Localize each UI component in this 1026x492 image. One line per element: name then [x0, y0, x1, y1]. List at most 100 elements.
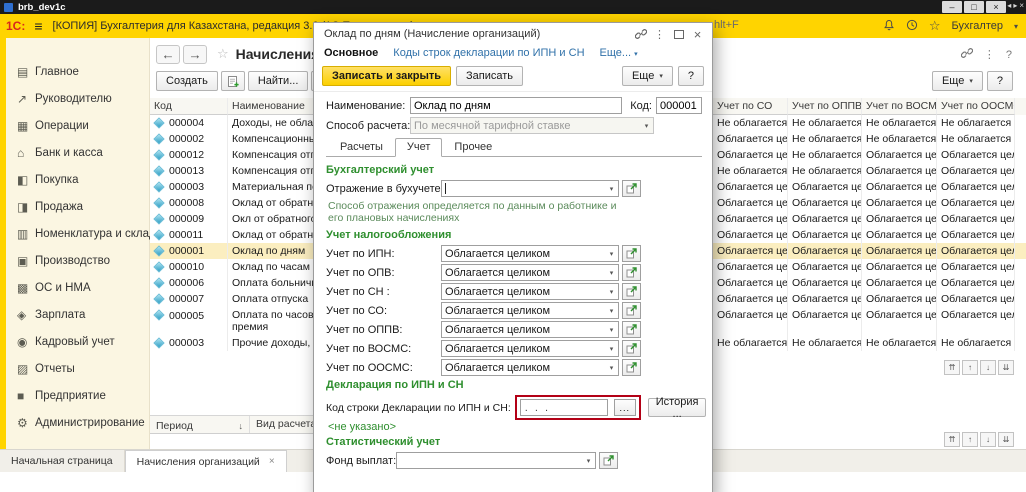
dialog-help-button[interactable]: ?	[678, 66, 704, 86]
sidebar-item-salary[interactable]: ◈Зарплата	[0, 301, 149, 328]
ucet-opv-open-button[interactable]	[622, 264, 641, 281]
dock-next-icon[interactable]: ▸	[1013, 1, 1017, 10]
ucet-opv-select[interactable]: Облагается целиком▾	[441, 264, 619, 281]
sidebar-item-enterprise[interactable]: ■Предприятие	[0, 382, 149, 409]
sidebar-item-production[interactable]: ▣Производство	[0, 247, 149, 274]
dialog-nav-current[interactable]: Основное	[324, 47, 378, 59]
favorites-star-icon[interactable]: ☆	[929, 18, 941, 34]
name-input[interactable]	[410, 97, 622, 114]
dock-prev-icon[interactable]: ◂	[1007, 1, 1011, 10]
sidebar-item-main[interactable]: ▤Главное	[0, 58, 149, 85]
copy-link-icon[interactable]	[961, 47, 973, 62]
declaration-code-field[interactable]: . . .	[520, 399, 608, 416]
search-shortcut-hint[interactable]: hlt+F	[714, 19, 739, 31]
close-button[interactable]: ×	[986, 1, 1006, 13]
column-header[interactable]: Учет по ОППВ	[788, 98, 862, 115]
dialog-tab-1[interactable]: Учет	[395, 138, 443, 157]
maximize-button[interactable]: □	[964, 1, 984, 13]
forward-button[interactable]: →	[183, 45, 207, 64]
dropdown-icon[interactable]: ▾	[605, 345, 618, 353]
scroll-down-button[interactable]: ↓	[980, 432, 996, 447]
dropdown-icon[interactable]: ▾	[605, 326, 618, 334]
dialog-nav-link-2[interactable]: Еще...▾	[600, 47, 638, 59]
dialog-nav-link-1[interactable]: Коды строк декларации по ИПН и СН	[393, 47, 584, 59]
ucet-oosms-open-button[interactable]	[622, 359, 641, 376]
kebab-menu-icon[interactable]: ⋮	[984, 48, 995, 61]
code-input[interactable]	[656, 97, 702, 114]
column-header-period[interactable]: Период ↓	[150, 416, 250, 433]
ucet-sn-open-button[interactable]	[622, 283, 641, 300]
sidebar-item-reports[interactable]: ▨Отчеты	[0, 355, 149, 382]
not-specified-link[interactable]: <не указано>	[328, 421, 702, 433]
sidebar-item-hr[interactable]: ◉Кадровый учет	[0, 328, 149, 355]
sidebar-item-administration[interactable]: ⚙Администрирование	[0, 409, 149, 436]
fund-open-button[interactable]	[599, 452, 618, 469]
user-chevron-down-icon[interactable]: ▾	[1014, 22, 1018, 31]
dialog-tab-2[interactable]: Прочее	[442, 138, 504, 157]
scroll-top-button[interactable]: ⇈	[944, 432, 960, 447]
dropdown-icon[interactable]: ▾	[605, 250, 618, 258]
ucet-oppv-open-button[interactable]	[622, 321, 641, 338]
ucet-so-open-button[interactable]	[622, 302, 641, 319]
find-button[interactable]: Найти...	[248, 71, 309, 91]
ucet-oppv-select[interactable]: Облагается целиком▾	[441, 321, 619, 338]
calc-method-select[interactable]: По месячной тарифной ставке ▾	[410, 117, 654, 134]
dialog-copy-link-icon[interactable]	[632, 26, 649, 42]
scroll-up-button[interactable]: ↑	[962, 360, 978, 375]
notifications-bell-icon[interactable]	[883, 19, 895, 34]
sidebar-item-operations[interactable]: ▦Операции	[0, 112, 149, 139]
ucet-so-select[interactable]: Облагается целиком▾	[441, 302, 619, 319]
create-button[interactable]: Создать	[156, 71, 218, 91]
ucet-vosms-select[interactable]: Облагается целиком▾	[441, 340, 619, 357]
sidebar-item-manager[interactable]: ↗Руководителю	[0, 85, 149, 112]
bottom-tab-1[interactable]: Начисления организаций×	[125, 450, 287, 472]
scroll-bottom-button[interactable]: ⇊	[998, 360, 1014, 375]
scroll-up-button[interactable]: ↑	[962, 432, 978, 447]
ucet-ipn-select[interactable]: Облагается целиком▾	[441, 245, 619, 262]
ucet-vosms-open-button[interactable]	[622, 340, 641, 357]
declaration-code-choose-button[interactable]: ...	[614, 399, 636, 416]
list-more-button[interactable]: Еще▾	[932, 71, 983, 91]
sidebar-item-inventory[interactable]: ▥Номенклатура и склад	[0, 220, 149, 247]
column-header[interactable]: Код	[150, 98, 228, 115]
main-menu-icon[interactable]: ≡	[34, 18, 42, 34]
form-help-icon[interactable]: ?	[1006, 49, 1012, 61]
scroll-down-button[interactable]: ↓	[980, 360, 996, 375]
dialog-kebab-icon[interactable]: ⋮	[651, 26, 668, 42]
ucet-ipn-open-button[interactable]	[622, 245, 641, 262]
dock-close-icon[interactable]: ×	[1019, 1, 1024, 10]
sidebar-item-fixed-assets[interactable]: ▩ОС и НМА	[0, 274, 149, 301]
ucet-oosms-select[interactable]: Облагается целиком▾	[441, 359, 619, 376]
history-button[interactable]: История ...	[648, 398, 707, 417]
tab-close-icon[interactable]: ×	[269, 456, 275, 467]
current-user[interactable]: Бухгалтер	[952, 20, 1003, 32]
dialog-maximize-icon[interactable]	[670, 26, 687, 42]
sidebar-item-purchase[interactable]: ◧Покупка	[0, 166, 149, 193]
dropdown-icon[interactable]: ▾	[605, 269, 618, 277]
column-header[interactable]: Учет по ВОСМС	[862, 98, 937, 115]
ucet-sn-select[interactable]: Облагается целиком▾	[441, 283, 619, 300]
sidebar-item-bank-cash[interactable]: ⌂Банк и касса	[0, 139, 149, 166]
column-header[interactable]: Учет по ООСМС	[937, 98, 1015, 115]
scroll-top-button[interactable]: ⇈	[944, 360, 960, 375]
reflection-open-button[interactable]	[622, 180, 641, 197]
reflection-select[interactable]: ▾	[441, 180, 619, 197]
minimize-button[interactable]: –	[942, 1, 962, 13]
column-header[interactable]: Учет по СО	[713, 98, 788, 115]
scroll-bottom-button[interactable]: ⇊	[998, 432, 1014, 447]
save-button[interactable]: Записать	[456, 66, 523, 86]
dropdown-icon[interactable]: ▾	[605, 364, 618, 372]
back-button[interactable]: ←	[156, 45, 180, 64]
history-clock-icon[interactable]	[906, 19, 918, 34]
create-by-copy-button[interactable]	[221, 71, 245, 91]
bottom-tab-0[interactable]: Начальная страница	[0, 450, 125, 472]
fund-select[interactable]: ▾	[396, 452, 596, 469]
dialog-more-button[interactable]: Еще▾	[622, 66, 673, 86]
dropdown-icon[interactable]: ▾	[605, 307, 618, 315]
dialog-tab-0[interactable]: Расчеты	[328, 138, 395, 157]
list-help-button[interactable]: ?	[987, 71, 1013, 91]
save-close-button[interactable]: Записать и закрыть	[322, 66, 451, 86]
add-favorite-star-icon[interactable]: ☆	[217, 46, 229, 62]
sidebar-item-sales[interactable]: ◨Продажа	[0, 193, 149, 220]
dialog-close-icon[interactable]: ×	[689, 26, 706, 42]
